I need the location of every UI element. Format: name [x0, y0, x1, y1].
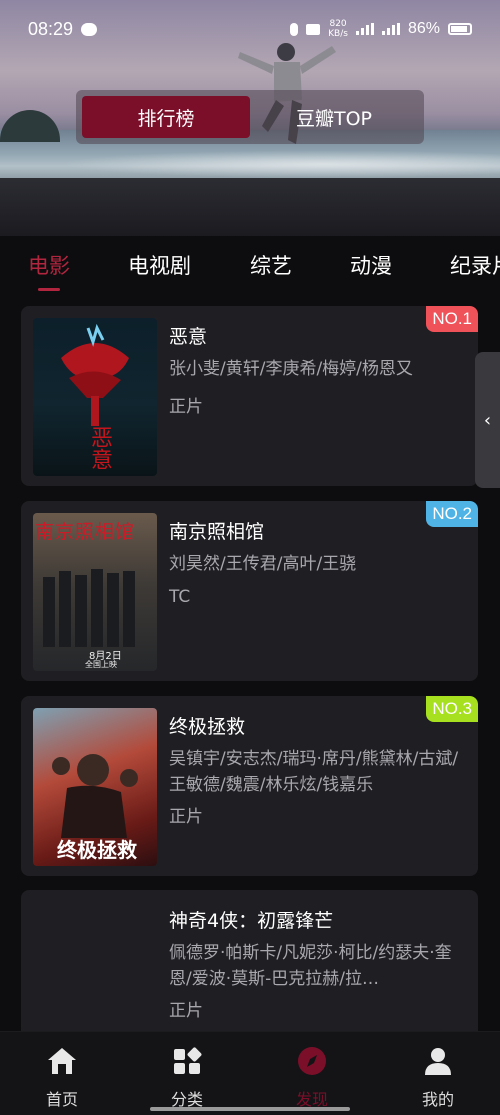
- movie-poster-3: 终极拯救: [33, 708, 157, 866]
- category-icon: [174, 1047, 202, 1074]
- nav-home-label: 首页: [45, 1090, 78, 1109]
- tab-variety[interactable]: 综艺: [250, 250, 292, 280]
- movie-card-3[interactable]: 终极拯救 终极拯救 吴镇宇/安志杰/瑞玛·席丹/熊黛林/古斌/王敏德/魏震/林乐…: [21, 696, 478, 876]
- poster-sub-2: 全国上映: [85, 660, 117, 669]
- category-tabs: 电影 电视剧 综艺 动漫 纪录片: [0, 240, 500, 296]
- tab-indicator: [38, 288, 60, 291]
- ranking-segment-control: 排行榜 豆瓣TOP: [76, 90, 424, 144]
- nav-category[interactable]: 分类: [147, 1046, 227, 1110]
- camera-icon: [306, 23, 321, 35]
- segment-ranking[interactable]: 排行榜: [82, 96, 250, 138]
- tab-documentary[interactable]: 纪录片: [450, 250, 500, 280]
- rank-badge-3: NO.3: [426, 696, 478, 722]
- tab-tv[interactable]: 电视剧: [128, 250, 191, 280]
- chevron-left-icon: ‹: [483, 409, 492, 431]
- net-speed: 820 KB/s: [328, 19, 348, 39]
- signal-icon-2: [381, 23, 400, 35]
- hero-banner: 08:29 820 KB/s 86% 排行榜 豆瓣TOP: [0, 0, 500, 236]
- movie-poster-2: 南京照相馆 8月2日 全国上映: [33, 513, 157, 671]
- movie-poster-1: 恶意: [33, 318, 157, 476]
- status-time: 08:29: [28, 18, 74, 39]
- poster-title-1: 恶意: [87, 426, 112, 470]
- movie-quality: 正片: [169, 807, 203, 827]
- chat-notification-icon: [81, 22, 98, 36]
- poster-title-3: 终极拯救: [57, 838, 137, 862]
- battery-icon: [448, 23, 472, 35]
- tab-anime[interactable]: 动漫: [350, 250, 392, 280]
- side-drawer-handle[interactable]: ‹: [475, 352, 500, 488]
- hero-rock: [0, 110, 60, 142]
- movie-title: 神奇4侠：初露锋芒: [169, 910, 334, 932]
- battery-percent: 86%: [407, 20, 440, 37]
- movie-quality: 正片: [169, 397, 203, 417]
- rank-badge-1: NO.1: [426, 306, 478, 332]
- movie-card-2[interactable]: 南京照相馆 8月2日 全国上映 南京照相馆 刘昊然/王传君/高叶/王骁 TC N…: [21, 501, 478, 681]
- gesture-home-bar[interactable]: [150, 1107, 350, 1111]
- home-icon: [48, 1048, 76, 1074]
- bottom-nav: 首页 分类 发现 我的: [0, 1031, 500, 1115]
- movie-title: 终极拯救: [169, 716, 246, 738]
- tab-movie[interactable]: 电影: [28, 250, 70, 280]
- movie-quality: 正片: [169, 1001, 203, 1021]
- movie-title: 恶意: [169, 326, 208, 348]
- segment-douban-top[interactable]: 豆瓣TOP: [250, 96, 418, 138]
- movie-cast: 刘昊然/王传君/高叶/王骁: [169, 554, 357, 574]
- nav-home[interactable]: 首页: [22, 1046, 102, 1110]
- user-icon: [425, 1048, 451, 1075]
- movie-cast: 佩德罗·帕斯卡/凡妮莎·柯比/约瑟夫·奎恩/爱波·莫斯-巴克拉赫/拉…: [169, 943, 452, 989]
- nav-me[interactable]: 我的: [398, 1046, 478, 1110]
- movie-cast: 吴镇宇/安志杰/瑞玛·席丹/熊黛林/古斌/王敏德/魏震/林乐炫/钱嘉乐: [169, 749, 459, 795]
- hero-sand: [0, 178, 500, 236]
- compass-icon: [298, 1047, 326, 1075]
- signal-icon: [355, 23, 374, 35]
- nav-me-label: 我的: [421, 1090, 454, 1109]
- mic-icon: [290, 22, 299, 36]
- movie-card-4[interactable]: 神奇4侠：初露锋芒 佩德罗·帕斯卡/凡妮莎·柯比/约瑟夫·奎恩/爱波·莫斯-巴克…: [21, 890, 478, 1031]
- nav-discover[interactable]: 发现: [272, 1046, 352, 1110]
- rank-badge-2: NO.2: [426, 501, 478, 527]
- movie-cast: 张小斐/黄轩/李庚希/梅婷/杨恩又: [169, 359, 413, 379]
- movie-title: 南京照相馆: [169, 521, 265, 543]
- status-bar: 08:29 820 KB/s 86%: [0, 0, 500, 58]
- movie-card-1[interactable]: 恶意 恶意 张小斐/黄轩/李庚希/梅婷/杨恩又 正片 NO.1: [21, 306, 478, 486]
- movie-quality: TC: [169, 587, 191, 607]
